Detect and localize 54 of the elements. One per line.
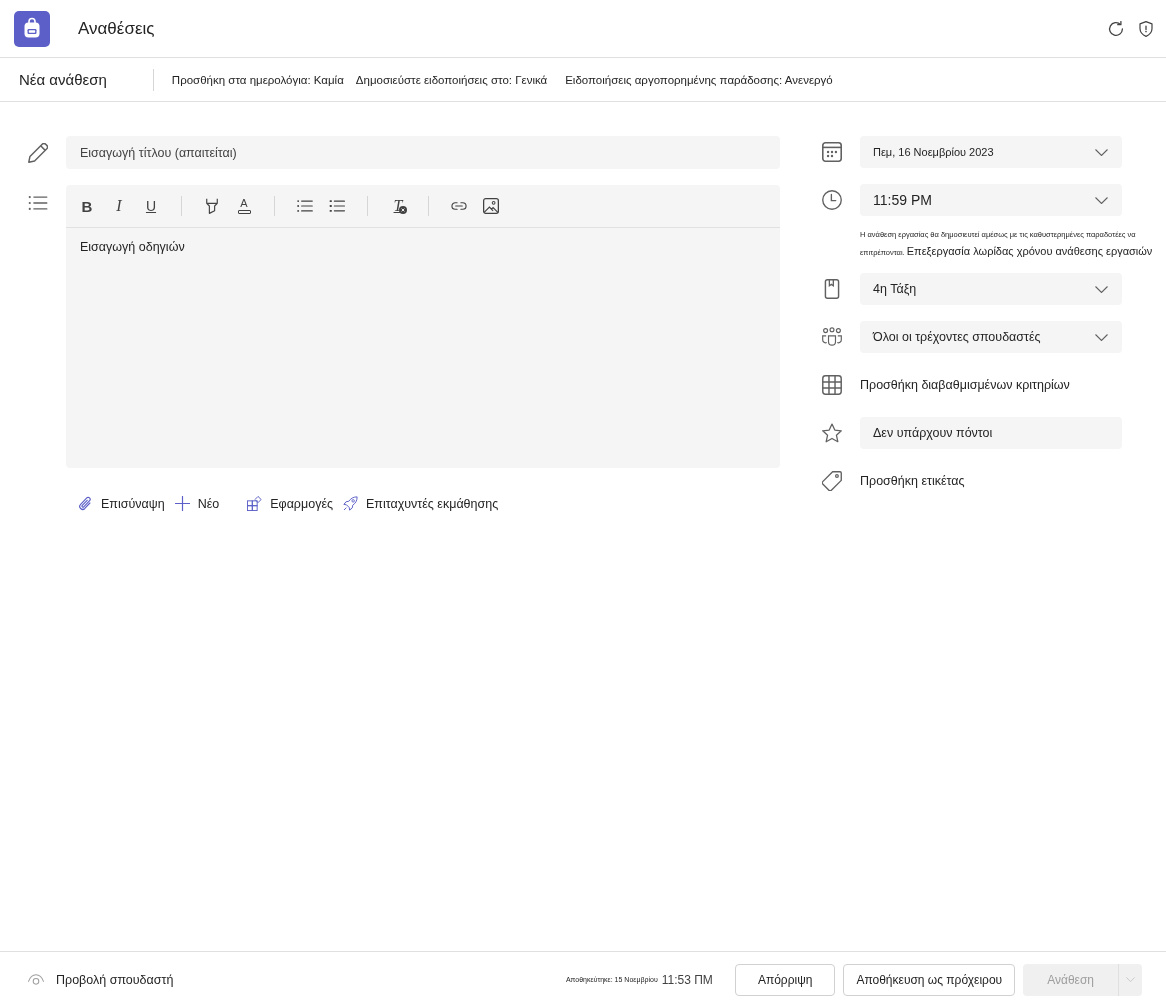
points-field[interactable]: Δεν υπάρχουν πόντοι [860, 417, 1122, 449]
save-draft-button[interactable]: Αποθήκευση ως πρόχειρου [843, 963, 1016, 996]
title-field[interactable]: Εισαγωγή τίτλου (απαιτείται) [66, 136, 780, 169]
image-icon[interactable] [483, 198, 499, 214]
chevron-down-icon [1095, 196, 1108, 204]
paperclip-icon [78, 496, 93, 511]
clock-icon [822, 190, 842, 210]
people-icon [822, 327, 842, 347]
clear-formatting-button[interactable]: T [386, 194, 410, 218]
italic-button[interactable]: I [107, 194, 131, 218]
shield-icon[interactable] [1138, 20, 1154, 37]
setting-link[interactable]: Δημοσιεύστε ειδοποιήσεις στο: Γενικά [355, 73, 548, 86]
app-title: Αναθέσεις [78, 18, 155, 39]
backpack-icon [14, 10, 50, 47]
plus-icon [174, 496, 190, 511]
chevron-down-icon [1095, 333, 1108, 341]
discard-button[interactable]: Απόρριψη [734, 963, 836, 996]
numbered-list-icon[interactable] [329, 198, 345, 214]
chevron-down-icon [1126, 977, 1135, 982]
rocket-icon [343, 496, 358, 511]
due-date-dropdown[interactable]: Πεμ, 16 Νοεμβρίου 2023 [860, 136, 1122, 168]
notebook-icon [822, 279, 842, 299]
setting-link[interactable]: Ειδοποιήσεις αργοπορημένης παράδοσης: Ανενεργό [565, 73, 833, 86]
list-icon [28, 193, 48, 213]
bold-button[interactable]: B [75, 194, 99, 218]
setting-link[interactable]: Προσθήκη στα ημερολόγια: Καμία [171, 73, 344, 86]
saved-time: 11:53 ΠΜ [661, 972, 713, 987]
apps-icon [247, 496, 263, 511]
underline-button[interactable]: U [139, 194, 163, 218]
student-view-button[interactable]: Προβολή σπουδαστή [28, 972, 174, 987]
apps-button[interactable]: Εφαρμογές [247, 496, 333, 511]
tag-icon [822, 471, 842, 491]
pencil-icon [28, 142, 48, 163]
eye-icon [28, 974, 44, 985]
chevron-down-icon [1095, 285, 1108, 293]
bulleted-list-icon[interactable] [297, 198, 313, 214]
attach-button[interactable]: Επισύναψη [78, 496, 165, 511]
add-rubric-button[interactable]: Προσθήκη διαβαθμισμένων κριτηρίων [860, 378, 1070, 392]
due-time-dropdown[interactable]: 11:59 PM [860, 184, 1122, 216]
students-dropdown[interactable]: Όλοι οι τρέχοντες σπουδαστές [860, 321, 1122, 353]
edit-timeline-link[interactable]: Επεξεργασία λωρίδας χρόνου ανάθεσης εργασιών [906, 245, 1153, 257]
instructions-field[interactable]: Εισαγωγή οδηγιών [66, 228, 780, 468]
grid-icon [822, 375, 842, 395]
add-tag-button[interactable]: Προσθήκη ετικέτας [860, 474, 965, 488]
page-title: Νέα ανάθεση [19, 71, 107, 88]
calendar-icon [822, 142, 842, 162]
class-dropdown[interactable]: 4η Τάξη [860, 273, 1122, 305]
new-button[interactable]: Νέο [174, 496, 220, 511]
learning-accelerators-button[interactable]: Επιταχυντές εκμάθησης [343, 496, 499, 511]
chevron-down-icon [1095, 148, 1108, 156]
font-color-button[interactable]: A [232, 194, 256, 218]
highlighter-icon[interactable] [204, 198, 220, 214]
refresh-icon[interactable] [1108, 20, 1124, 37]
star-icon [822, 423, 842, 443]
